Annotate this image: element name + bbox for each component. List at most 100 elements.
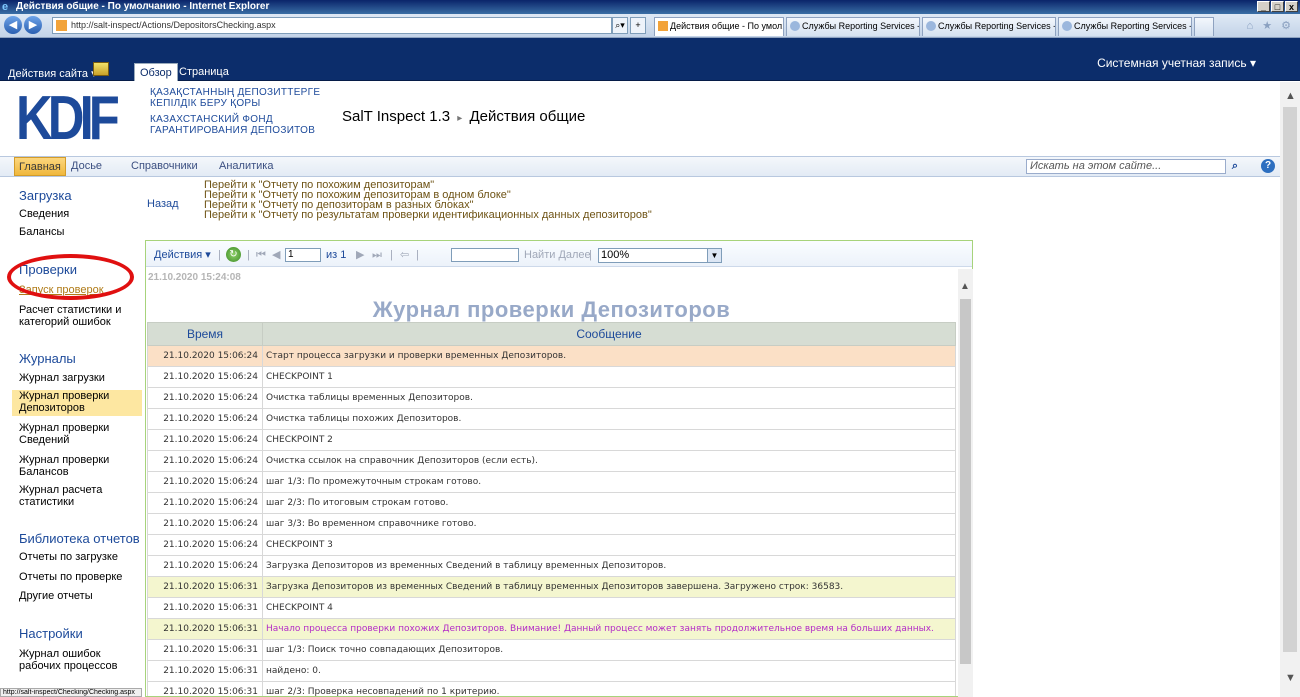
nav-item-statistics-journal[interactable]: Журнал расчета статистики: [19, 484, 139, 508]
scroll-down-icon[interactable]: ▼: [1285, 672, 1296, 684]
nav-item-calc-statistics[interactable]: Расчет статистики и категорий ошибок: [19, 304, 139, 328]
row-time: 21.10.2020 15:06:24: [147, 450, 263, 472]
window-title: Действия общие - По умолчанию - Internet…: [16, 1, 270, 12]
scroll-up-icon[interactable]: ▲: [1285, 90, 1296, 102]
row-message: Очистка таблицы временных Депозиторов.: [262, 387, 956, 409]
topnav-item-analytics[interactable]: Аналитика: [215, 157, 277, 176]
status-bar-url: http://salt-inspect/Checking/Checking.as…: [0, 688, 142, 697]
page-scrollbar[interactable]: ▲ ▼: [1280, 82, 1300, 697]
nav-item-data[interactable]: Сведения: [19, 208, 139, 220]
row-message: CHECKPOINT 3: [262, 534, 956, 556]
site-name-link[interactable]: SalT Inspect 1.3: [342, 108, 450, 125]
page-title: Действия общие: [469, 108, 586, 125]
row-message: шаг 2/3: Проверка несовпадений по 1 крит…: [262, 681, 956, 696]
red-annotation-ellipse: [7, 254, 134, 300]
report-viewer: Действия ▾ | ↻ | ⏮ ◀ 1 из 1 ▶ ⏭ | ⇦ | На…: [145, 240, 973, 697]
table-row: 21.10.2020 15:06:31 CHECKPOINT 4: [147, 597, 956, 619]
address-bar[interactable]: http://salt-inspect/Actions/DepositorsCh…: [52, 17, 612, 34]
nav-item-check-reports[interactable]: Отчеты по проверке: [19, 571, 139, 583]
scrollbar-thumb[interactable]: [960, 299, 971, 664]
ribbon-tab-page[interactable]: Страница: [174, 63, 234, 81]
row-message: шаг 1/3: Поиск точно совпадающих Депозит…: [262, 639, 956, 661]
nav-item-other-reports[interactable]: Другие отчеты: [19, 590, 139, 602]
edit-page-icon[interactable]: [93, 62, 109, 76]
nav-heading-journals[interactable]: Журналы: [19, 351, 76, 366]
browser-tab-active[interactable]: Действия общие - По умол...×: [654, 17, 784, 36]
table-row: 21.10.2020 15:06:24 CHECKPOINT 3: [147, 534, 956, 556]
account-menu[interactable]: Системная учетная запись ▾: [1097, 56, 1256, 70]
site-search-input[interactable]: Искать на этом сайте...: [1026, 159, 1226, 174]
organization-names: ҚАЗАҚСТАННЫҢ ДЕПОЗИТТЕРГЕ КЕПІЛДІК БЕРУ …: [150, 87, 320, 141]
report-links: Перейти к "Отчету по похожим депозиторам…: [204, 180, 652, 221]
scrollbar-thumb[interactable]: [1283, 107, 1297, 652]
row-time: 21.10.2020 15:06:24: [147, 513, 263, 535]
report-scrollbar[interactable]: ▲: [958, 269, 973, 697]
ribbon-tab-browse[interactable]: Обзор: [134, 63, 178, 81]
column-header-time: Время: [147, 322, 263, 346]
row-message: Очистка таблицы похожих Депозиторов.: [262, 408, 956, 430]
table-row: 21.10.2020 15:06:24 CHECKPOINT 2: [147, 429, 956, 451]
goto-identification-check-link[interactable]: Перейти к "Отчету по результатам проверк…: [204, 210, 652, 221]
back-link[interactable]: Назад: [147, 198, 179, 210]
first-page-icon[interactable]: ⏮: [256, 249, 266, 261]
nav-heading-report-library[interactable]: Библиотека отчетов: [19, 531, 140, 546]
topnav-item-references[interactable]: Справочники: [127, 157, 202, 176]
table-row: 21.10.2020 15:06:24 Очистка таблицы похож…: [147, 408, 956, 430]
minimize-button[interactable]: _: [1257, 1, 1270, 12]
back-arrow-icon[interactable]: ◀: [4, 16, 22, 34]
nav-heading-load[interactable]: Загрузка: [19, 188, 72, 203]
prev-page-icon[interactable]: ◀: [272, 249, 280, 261]
row-time: 21.10.2020 15:06:24: [147, 471, 263, 493]
topnav-item-home[interactable]: Главная: [14, 157, 66, 176]
toolbar-separator: |: [589, 249, 592, 261]
next-page-icon[interactable]: ▶: [356, 249, 364, 261]
org-name-kz-line: КЕПІЛДІК БЕРУ ҚОРЫ: [150, 98, 261, 109]
search-dropdown-icon[interactable]: ⌕▾: [612, 17, 628, 34]
kdif-logo[interactable]: KDIF: [16, 88, 120, 150]
table-row: 21.10.2020 15:06:24 CHECKPOINT 1: [147, 366, 956, 388]
browser-tab[interactable]: Службы Reporting Services - О...: [786, 17, 920, 36]
chevron-down-icon[interactable]: ▼: [707, 249, 721, 262]
browser-tab[interactable]: Службы Reporting Services - О...: [922, 17, 1056, 36]
back-to-parent-icon[interactable]: ⇦: [400, 249, 409, 261]
browser-toolbar: ◀ ▶ http://salt-inspect/Actions/Deposito…: [0, 14, 1300, 38]
scroll-up-icon[interactable]: ▲: [960, 281, 970, 292]
nav-item-load-reports[interactable]: Отчеты по загрузке: [19, 551, 139, 563]
table-row: 21.10.2020 15:06:24 шаг 1/3: По промежуто…: [147, 471, 956, 493]
nav-item-balances-check-journal[interactable]: Журнал проверки Балансов: [19, 454, 139, 478]
page-number-input[interactable]: 1: [285, 248, 321, 262]
nav-item-balances[interactable]: Балансы: [19, 226, 139, 238]
zoom-select[interactable]: 100% ▼: [598, 248, 722, 263]
browser-tab-label: Службы Reporting Services - О...: [802, 21, 920, 31]
row-time: 21.10.2020 15:06:24: [147, 387, 263, 409]
nav-item-workflow-errors[interactable]: Журнал ошибок рабочих процессов: [19, 648, 139, 672]
find-next-link[interactable]: Найти Далее: [524, 249, 591, 261]
nav-item-load-journal[interactable]: Журнал загрузки: [19, 372, 139, 384]
row-time: 21.10.2020 15:06:24: [147, 429, 263, 451]
top-navigation: Главная Досье Справочники Аналитика Иска…: [0, 156, 1280, 177]
nav-heading-settings[interactable]: Настройки: [19, 626, 83, 641]
refresh-icon[interactable]: ↻: [226, 247, 241, 262]
actions-menu[interactable]: Действия ▾: [154, 249, 211, 261]
org-name-ru-line: ГАРАНТИРОВАНИЯ ДЕПОЗИТОВ: [150, 125, 316, 136]
home-favorites-settings-icons[interactable]: ⌂ ★ ⚙: [1247, 19, 1294, 32]
nav-item-depositors-check-journal[interactable]: Журнал проверки Депозиторов: [12, 390, 142, 416]
topnav-item-dossier[interactable]: Досье: [67, 157, 106, 176]
last-page-icon[interactable]: ⏭: [372, 249, 382, 261]
search-icon[interactable]: ⌕: [1224, 159, 1246, 174]
site-actions-menu[interactable]: Действия сайта ▾: [8, 67, 97, 80]
row-message: шаг 1/3: По промежуточным строкам готово…: [262, 471, 956, 493]
table-row: 21.10.2020 15:06:24 Очистка таблицы време…: [147, 387, 956, 409]
new-browser-tab-button[interactable]: [1194, 17, 1214, 36]
help-icon[interactable]: ?: [1261, 159, 1275, 173]
new-tab-icon[interactable]: +: [630, 17, 646, 34]
row-message: CHECKPOINT 1: [262, 366, 956, 388]
row-time: 21.10.2020 15:06:24: [147, 534, 263, 556]
close-window-button[interactable]: x: [1285, 1, 1298, 12]
browser-tab[interactable]: Службы Reporting Services - О...: [1058, 17, 1192, 36]
nav-item-data-check-journal[interactable]: Журнал проверки Сведений: [19, 422, 139, 446]
reporting-services-icon: [926, 21, 936, 31]
maximize-button[interactable]: □: [1271, 1, 1284, 12]
find-text-input[interactable]: [451, 248, 519, 262]
forward-arrow-icon[interactable]: ▶: [24, 16, 42, 34]
